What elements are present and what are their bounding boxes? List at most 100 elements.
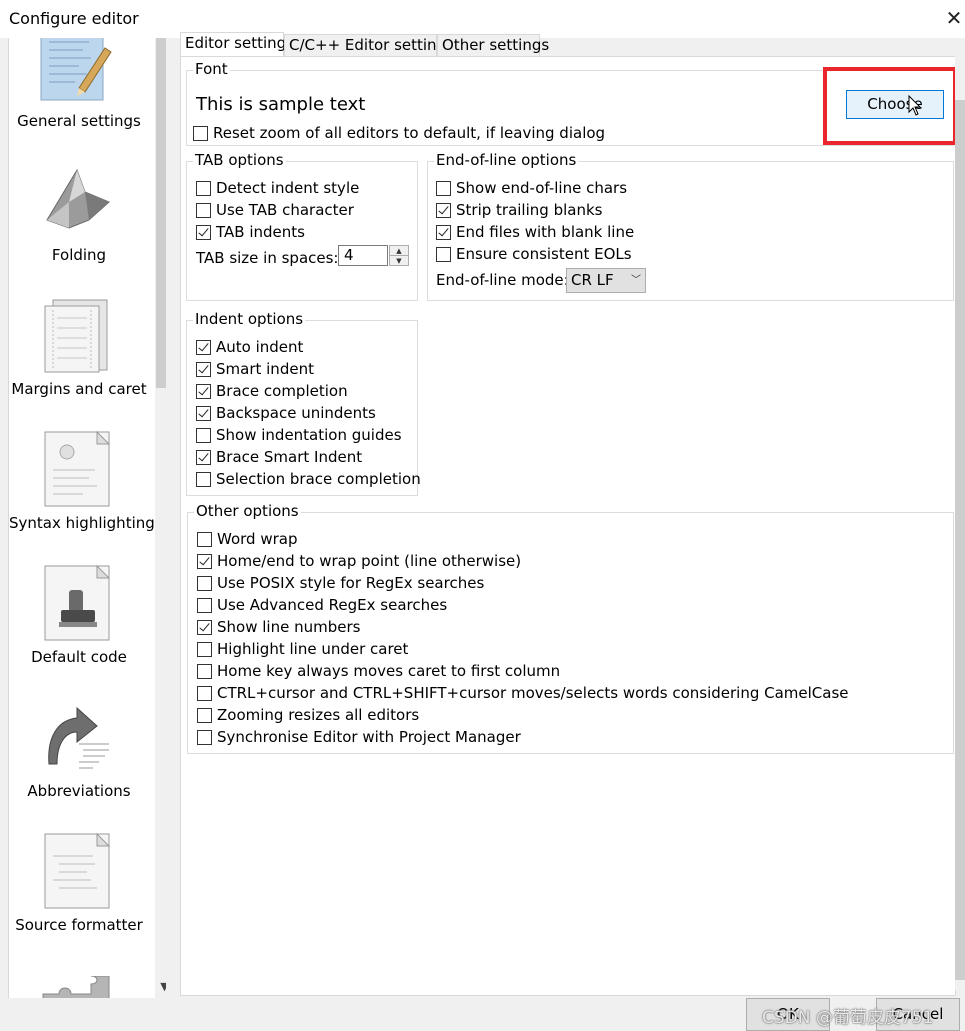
- selection-brace-checkbox[interactable]: Selection brace completion: [196, 470, 421, 490]
- backspace-unindents-checkbox[interactable]: Backspace unindents: [196, 404, 406, 424]
- home-first-column-checkbox[interactable]: Home key always moves caret to first col…: [197, 662, 797, 682]
- sidebar-item-label: Folding: [51, 246, 107, 264]
- smart-indent-checkbox[interactable]: Smart indent: [196, 360, 406, 380]
- show-line-numbers-checkbox[interactable]: Show line numbers: [197, 618, 797, 638]
- detect-indent-checkbox[interactable]: Detect indent style: [196, 179, 406, 199]
- brace-completion-checkbox[interactable]: Brace completion: [196, 382, 406, 402]
- checkbox[interactable]: [436, 203, 451, 218]
- checkbox[interactable]: [436, 247, 451, 262]
- sidebar-item-general-settings[interactable]: General settings: [9, 38, 149, 162]
- checkbox-label: Use TAB character: [216, 201, 354, 219]
- tab-size-spinner[interactable]: ▲ ▼: [389, 245, 409, 266]
- sidebar-item-syntax-highlighting[interactable]: Syntax highlighting: [9, 430, 155, 564]
- checkbox-label: Show end-of-line chars: [456, 179, 628, 197]
- camelcase-cursor-checkbox[interactable]: CTRL+cursor and CTRL+SHIFT+cursor moves/…: [197, 684, 937, 704]
- sidebar-item-label: Default code: [31, 648, 127, 666]
- puzzle-icon: [42, 976, 110, 998]
- syntax-highlighting-icon: [44, 430, 111, 507]
- strip-trailing-checkbox[interactable]: Strip trailing blanks: [436, 201, 736, 221]
- show-eol-checkbox[interactable]: Show end-of-line chars: [436, 179, 736, 199]
- source-formatter-icon: [44, 832, 111, 909]
- sidebar-item-label: Abbreviations: [27, 782, 131, 800]
- default-code-icon: [44, 564, 111, 641]
- checkbox[interactable]: [436, 181, 451, 196]
- checkbox[interactable]: [197, 730, 212, 745]
- checkbox-label: TAB indents: [216, 223, 305, 241]
- checkbox[interactable]: [197, 686, 212, 701]
- checkbox-label: Brace completion: [216, 382, 348, 400]
- sidebar-item-label: Margins and caret: [11, 380, 147, 398]
- title-bar: Configure editor ✕: [0, 0, 965, 38]
- auto-indent-checkbox[interactable]: Auto indent: [196, 338, 406, 358]
- close-icon[interactable]: ✕: [942, 6, 965, 30]
- sidebar-item-margins-caret[interactable]: Margins and caret: [9, 296, 149, 430]
- checkbox[interactable]: [196, 362, 211, 377]
- choose-font-button[interactable]: Choose: [846, 90, 944, 119]
- tab-cpp-editor-settings[interactable]: C/C++ Editor settings: [284, 34, 454, 56]
- posix-regex-checkbox[interactable]: Use POSIX style for RegEx searches: [197, 574, 797, 594]
- checkbox-label: Backspace unindents: [216, 404, 376, 422]
- sidebar-item-source-formatter[interactable]: Source formatter: [9, 832, 149, 966]
- checkbox[interactable]: [196, 384, 211, 399]
- group-title: Indent options: [193, 310, 306, 328]
- checkbox-label: Ensure consistent EOLs: [456, 245, 632, 263]
- scroll-down-icon[interactable]: ▼: [156, 978, 166, 996]
- tab-size-input[interactable]: 4: [338, 245, 388, 266]
- consistent-eol-checkbox[interactable]: Ensure consistent EOLs: [436, 245, 736, 265]
- sidebar-scrollbar[interactable]: ▲ ▼: [155, 38, 166, 998]
- eol-mode-label: End-of-line mode:: [436, 271, 569, 289]
- margins-caret-icon: [44, 299, 108, 373]
- checkbox[interactable]: [196, 406, 211, 421]
- word-wrap-checkbox[interactable]: Word wrap: [197, 530, 797, 550]
- use-tab-checkbox[interactable]: Use TAB character: [196, 201, 406, 221]
- checkbox[interactable]: [196, 203, 211, 218]
- checkbox[interactable]: [197, 620, 212, 635]
- checkbox[interactable]: [197, 642, 212, 657]
- checkbox[interactable]: [197, 598, 212, 613]
- checkbox[interactable]: [196, 340, 211, 355]
- checkbox[interactable]: [436, 225, 451, 240]
- sidebar-item-label: General settings: [17, 112, 141, 130]
- sync-project-manager-checkbox[interactable]: Synchronise Editor with Project Manager: [197, 728, 797, 748]
- tab-other-settings[interactable]: Other settings: [437, 34, 549, 56]
- spin-down-icon[interactable]: ▼: [390, 256, 408, 266]
- sidebar-item-default-code[interactable]: Default code: [9, 564, 149, 698]
- sidebar-item-folding[interactable]: Folding: [9, 162, 149, 296]
- checkbox-label: CTRL+cursor and CTRL+SHIFT+cursor moves/…: [217, 684, 849, 702]
- checkbox[interactable]: [196, 450, 211, 465]
- checkbox[interactable]: [196, 428, 211, 443]
- home-end-wrap-checkbox[interactable]: Home/end to wrap point (line otherwise): [197, 552, 797, 572]
- tab-editor-settings[interactable]: Editor settings: [180, 32, 294, 56]
- checkbox[interactable]: [196, 181, 211, 196]
- sidebar-item-abbreviations[interactable]: Abbreviations: [9, 698, 149, 832]
- checkbox[interactable]: [196, 225, 211, 240]
- scrollbar-thumb[interactable]: [955, 100, 965, 980]
- checkbox[interactable]: [197, 708, 212, 723]
- mouse-cursor-icon: [908, 95, 922, 116]
- checkbox[interactable]: [197, 576, 212, 591]
- checkbox-label: Show indentation guides: [216, 426, 402, 444]
- highlight-caret-line-checkbox[interactable]: Highlight line under caret: [197, 640, 797, 660]
- checkbox-label: Home/end to wrap point (line otherwise): [217, 552, 522, 570]
- checkbox[interactable]: [196, 472, 211, 487]
- sidebar-item-label: Syntax highlighting: [9, 514, 155, 532]
- advanced-regex-checkbox[interactable]: Use Advanced RegEx searches: [197, 596, 797, 616]
- checkbox[interactable]: [197, 664, 212, 679]
- reset-zoom-checkbox[interactable]: Reset zoom of all editors to default, if…: [193, 124, 605, 144]
- tab-indents-checkbox[interactable]: TAB indents: [196, 223, 406, 243]
- checkbox[interactable]: [197, 554, 212, 569]
- panel-scrollbar[interactable]: [955, 40, 965, 990]
- brace-smart-indent-checkbox[interactable]: Brace Smart Indent: [196, 448, 406, 468]
- abbreviations-icon: [48, 706, 109, 769]
- folding-icon: [46, 168, 110, 229]
- end-blank-line-checkbox[interactable]: End files with blank line: [436, 223, 736, 243]
- group-title: Font: [193, 60, 230, 78]
- checkbox[interactable]: [193, 126, 208, 141]
- checkbox[interactable]: [197, 532, 212, 547]
- group-title: Other options: [194, 502, 301, 520]
- indent-guides-checkbox[interactable]: Show indentation guides: [196, 426, 406, 446]
- scrollbar-thumb[interactable]: [156, 38, 166, 388]
- zoom-all-editors-checkbox[interactable]: Zooming resizes all editors: [197, 706, 797, 726]
- eol-mode-select[interactable]: CR LF ﹀: [566, 268, 646, 293]
- spin-up-icon[interactable]: ▲: [390, 246, 408, 256]
